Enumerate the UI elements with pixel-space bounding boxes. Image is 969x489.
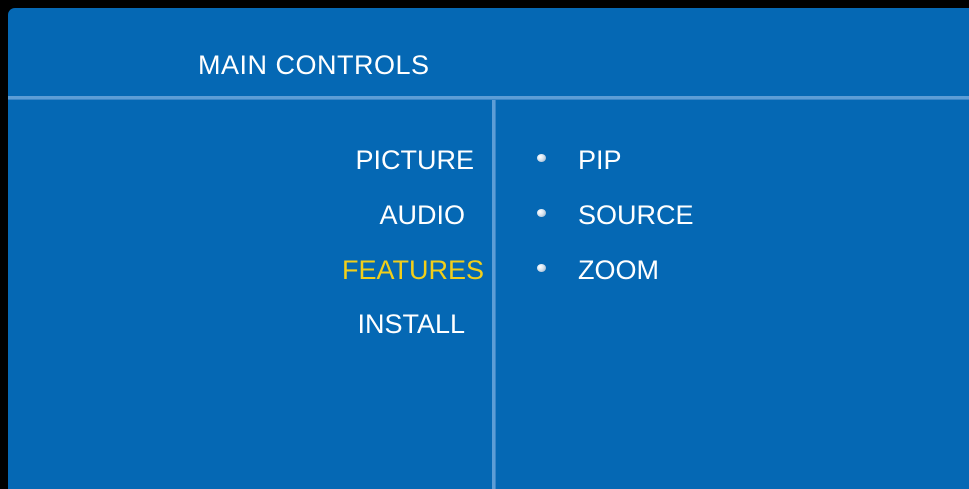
submenu-item-label: PIP (578, 145, 622, 175)
menu-item-features[interactable]: FEATURES (342, 253, 484, 287)
menu-item-audio[interactable]: AUDIO (379, 198, 465, 232)
submenu-item-zoom[interactable]: ZOOM (496, 253, 756, 287)
menu-item-picture[interactable]: PICTURE (355, 143, 474, 177)
osd-frame: MAIN CONTROLS PICTURE AUDIO FEATURES INS… (0, 0, 969, 489)
feature-submenu: PIP SOURCE ZOOM (496, 100, 969, 489)
menu-item-install[interactable]: INSTALL (357, 307, 465, 341)
submenu-item-pip[interactable]: PIP (496, 143, 756, 177)
bullet-icon (537, 154, 546, 162)
submenu-item-label: ZOOM (578, 255, 659, 285)
category-menu: PICTURE AUDIO FEATURES INSTALL (8, 100, 492, 489)
panel-header: MAIN CONTROLS (8, 8, 969, 94)
main-controls-panel: MAIN CONTROLS PICTURE AUDIO FEATURES INS… (8, 8, 969, 489)
bullet-icon (537, 264, 546, 272)
submenu-item-source[interactable]: SOURCE (496, 198, 756, 232)
bullet-icon (537, 209, 546, 217)
panel-title: MAIN CONTROLS (198, 50, 430, 80)
submenu-item-label: SOURCE (578, 200, 694, 230)
